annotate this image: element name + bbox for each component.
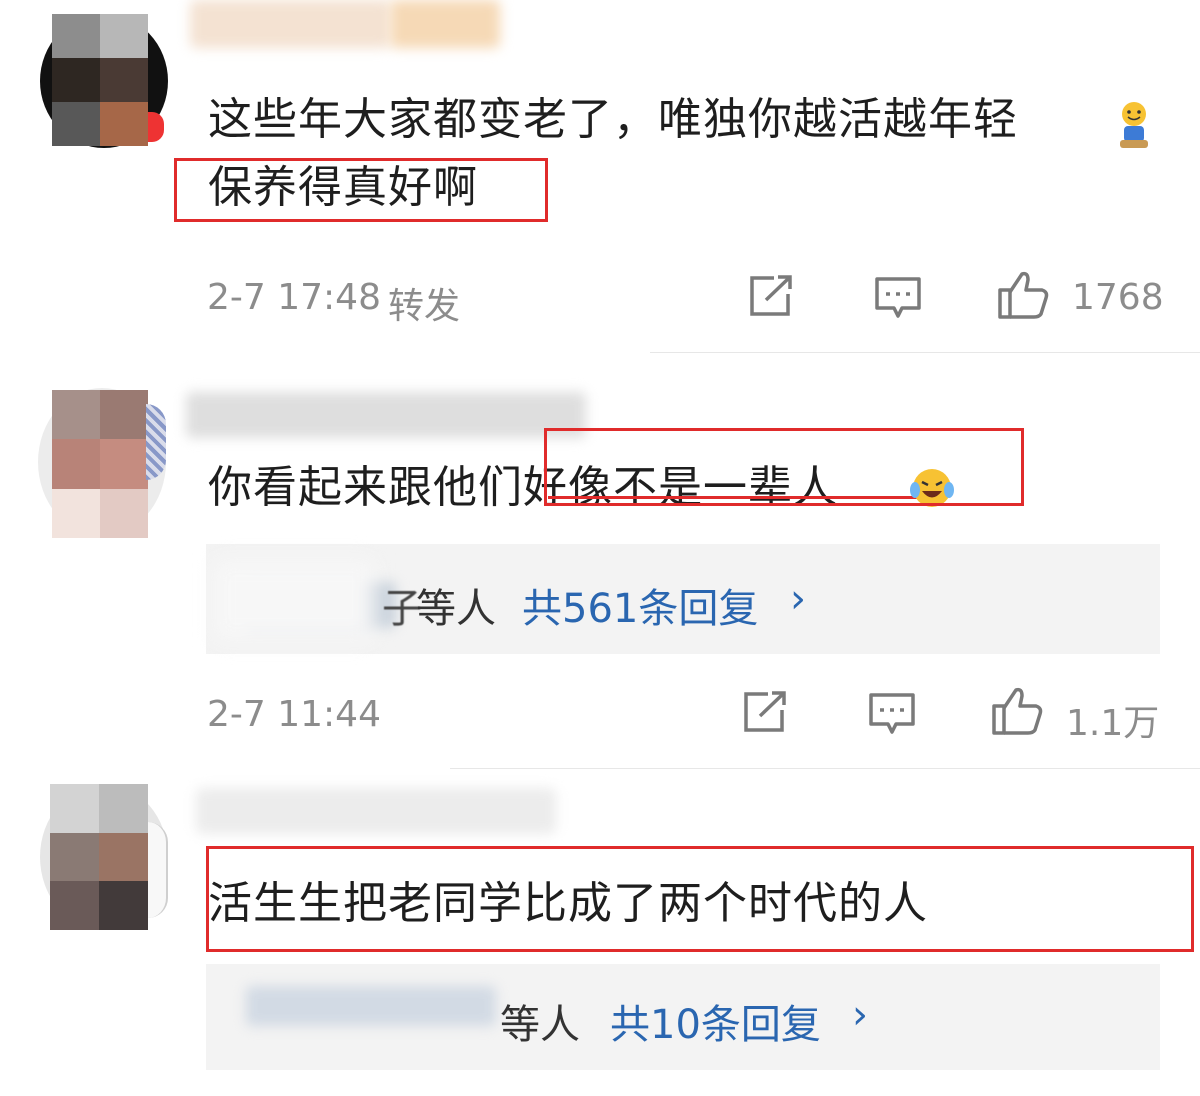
like-count: 1768	[1072, 277, 1164, 318]
timestamp: 2-7 17:48	[207, 277, 381, 318]
blurred-username	[246, 986, 496, 1026]
comment-text: 这些年大家都变老了，唯独你越活越年轻	[208, 94, 1018, 145]
blurred-username	[214, 560, 374, 640]
view-replies-link[interactable]: 共561条回复	[522, 576, 758, 634]
blurred-username	[390, 0, 500, 48]
share-icon[interactable]	[742, 690, 788, 734]
comment-icon[interactable]	[868, 692, 916, 736]
thumbs-up-icon[interactable]	[990, 686, 1044, 736]
view-replies-link[interactable]: 共10条回复	[610, 992, 821, 1050]
highlight-box	[544, 428, 1024, 506]
reply-users-suffix: 等人	[500, 1002, 580, 1048]
share-icon[interactable]	[748, 274, 794, 318]
avatar-pixelated	[52, 14, 148, 146]
forward-label[interactable]: 转发	[388, 277, 460, 329]
chevron-right-icon[interactable]: ›	[852, 992, 868, 1038]
avatar-pixelated	[52, 390, 148, 538]
divider	[450, 768, 1200, 769]
chevron-right-icon[interactable]: ›	[790, 576, 806, 622]
reply-users-suffix: 等人	[416, 586, 496, 632]
blurred-username	[196, 788, 556, 834]
timestamp: 2-7 11:44	[207, 694, 381, 735]
divider	[650, 352, 1200, 353]
blurred-username	[190, 0, 390, 48]
smiley-emoji-icon	[1120, 102, 1148, 148]
comment-icon[interactable]	[874, 276, 922, 320]
avatar-pixelated	[50, 784, 148, 930]
thumbs-up-icon[interactable]	[996, 270, 1050, 320]
highlight-box	[206, 846, 1194, 952]
avatar-edge	[148, 822, 168, 918]
blurred-username	[186, 392, 586, 438]
avatar-pattern	[146, 404, 166, 480]
highlight-box	[174, 158, 548, 222]
avatar-badge	[148, 112, 164, 142]
like-count: 1.1万	[1066, 703, 1160, 744]
